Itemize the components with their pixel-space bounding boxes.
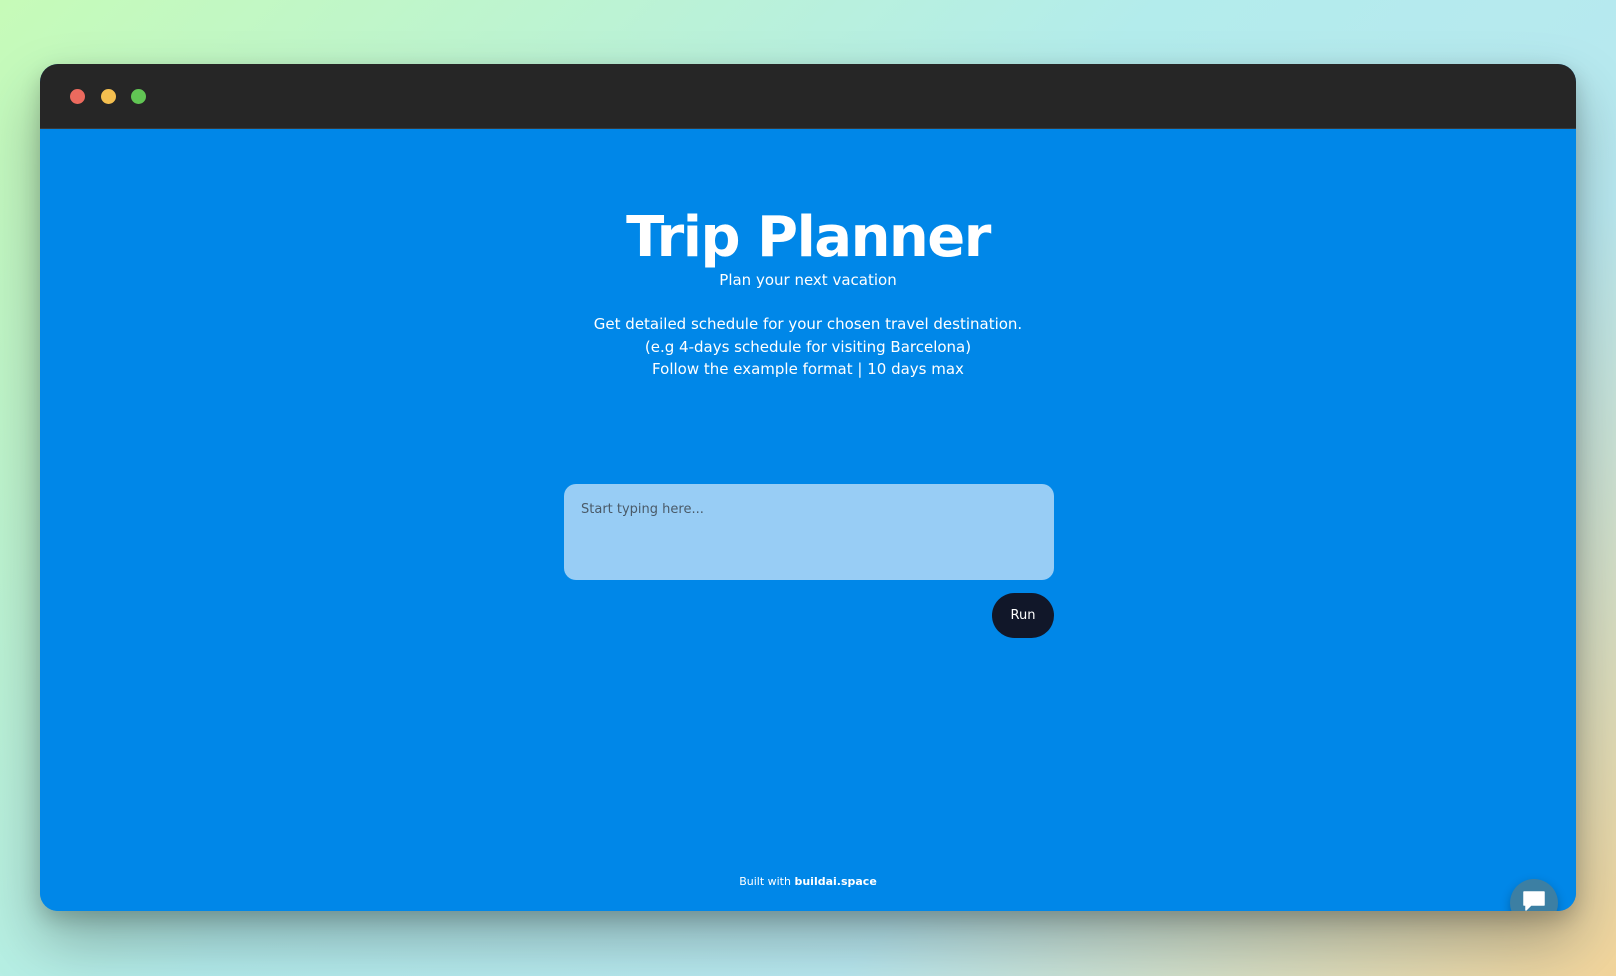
footer: Built with buildai.space (40, 875, 1576, 888)
browser-window: Trip Planner Plan your next vacation Get… (40, 64, 1576, 911)
chat-bubble-icon (1522, 890, 1546, 911)
instructions: Get detailed schedule for your chosen tr… (40, 313, 1576, 381)
instruction-line: Get detailed schedule for your chosen tr… (593, 315, 1023, 333)
app-content: Trip Planner Plan your next vacation Get… (40, 129, 1576, 911)
buildai-link[interactable]: buildai.space (794, 875, 876, 888)
footer-prefix: Built with (739, 875, 795, 888)
window-minimize-button[interactable] (101, 89, 116, 104)
instruction-line: (e.g 4-days schedule for visiting Barcel… (644, 337, 972, 356)
window-close-button[interactable] (70, 89, 85, 104)
page-title: Trip Planner (626, 205, 991, 270)
page-subtitle: Plan your next vacation (719, 271, 897, 289)
instruction-line: Follow the example format | 10 days max (652, 360, 964, 378)
trip-prompt-input[interactable] (564, 484, 1054, 580)
window-titlebar (40, 64, 1576, 129)
run-button[interactable]: Run (992, 593, 1054, 638)
window-maximize-button[interactable] (131, 89, 146, 104)
